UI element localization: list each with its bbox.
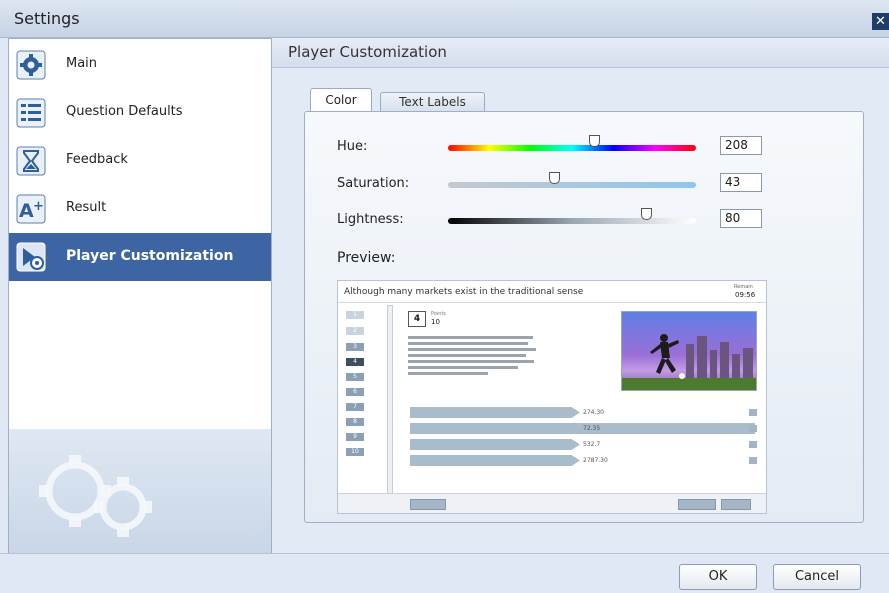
cancel-button[interactable]: Cancel — [773, 564, 861, 590]
sidebar-item-label: Player Customization — [66, 248, 234, 264]
preview-button — [721, 499, 751, 510]
saturation-input[interactable]: 43 — [720, 173, 762, 192]
points-label: Points — [431, 311, 447, 317]
question-number: 5 — [346, 373, 364, 381]
question-number: 9 — [346, 433, 364, 441]
svg-text:+: + — [33, 199, 44, 214]
gears-icon — [35, 449, 175, 543]
question-number: 8 — [346, 418, 364, 426]
preview-body-text — [408, 336, 538, 381]
question-number: 2 — [346, 327, 364, 335]
saturation-slider-handle[interactable] — [549, 172, 560, 184]
hue-input[interactable]: 208 — [720, 136, 762, 155]
lightness-slider-handle[interactable] — [641, 208, 652, 220]
answer-checkbox — [749, 425, 757, 432]
preview-timer: 09:56 — [735, 291, 756, 299]
preview-label: Preview: — [337, 250, 396, 266]
hourglass-icon — [16, 146, 46, 176]
window-title: Settings — [14, 9, 80, 28]
player-icon — [16, 242, 46, 272]
sidebar-item-label: Main — [66, 56, 98, 71]
player-preview: Although many markets exist in the tradi… — [337, 280, 767, 514]
points-value: 10 — [431, 318, 440, 326]
sidebar: Main Question Defaults Feedback A + Resul… — [8, 38, 272, 553]
sidebar-item-label: Result — [66, 200, 107, 215]
hue-label: Hue: — [337, 139, 368, 154]
sidebar-decoration — [9, 429, 271, 553]
close-icon[interactable]: ✕ — [872, 13, 889, 30]
answer-value: 72.35 — [583, 425, 601, 432]
sidebar-item-player-customization[interactable]: Player Customization — [9, 233, 271, 281]
lightness-input[interactable]: 80 — [720, 209, 762, 228]
sidebar-item-question-defaults[interactable]: Question Defaults — [9, 89, 271, 137]
main-panel: Player Customization Color Text Labels H… — [272, 38, 889, 553]
question-number: 6 — [346, 388, 364, 396]
title-bar: Settings ✕ — [0, 0, 889, 38]
answer-bar — [410, 455, 580, 466]
question-number: 3 — [346, 343, 364, 351]
preview-button — [678, 499, 716, 510]
tab-color[interactable]: Color — [310, 88, 372, 112]
preview-button — [410, 499, 446, 510]
section-title: Player Customization — [288, 43, 447, 61]
preview-scrollbar — [387, 305, 393, 495]
hue-slider-handle[interactable] — [589, 135, 600, 147]
preview-image — [621, 311, 757, 391]
question-number: 7 — [346, 403, 364, 411]
svg-text:A: A — [19, 200, 34, 222]
preview-remaining-label: Remain — [734, 284, 753, 290]
answer-checkbox — [749, 441, 757, 448]
gear-icon — [16, 50, 46, 80]
answer-bar — [410, 407, 580, 418]
sidebar-item-label: Question Defaults — [66, 104, 183, 119]
preview-header: Although many markets exist in the tradi… — [338, 281, 766, 303]
answer-checkbox — [749, 409, 757, 416]
answer-checkbox — [749, 457, 757, 464]
answer-value: 274.30 — [583, 409, 604, 416]
tab-text-labels[interactable]: Text Labels — [380, 92, 485, 112]
sidebar-item-label: Feedback — [66, 152, 128, 167]
list-icon — [16, 98, 46, 128]
sidebar-item-result[interactable]: A + Result — [9, 185, 271, 233]
ok-button[interactable]: OK — [679, 564, 757, 590]
hue-slider[interactable] — [448, 135, 696, 151]
answer-bar — [410, 439, 580, 450]
question-number-current: 4 — [346, 358, 364, 366]
lightness-slider[interactable] — [448, 208, 696, 224]
question-number: 10 — [346, 448, 364, 456]
answer-value: 532.7 — [583, 441, 601, 448]
dialog-footer: OK Cancel — [0, 553, 889, 593]
color-panel: Hue: 208 Saturation: 43 Lightness: 80 Pr… — [304, 111, 864, 523]
preview-question-text: Although many markets exist in the tradi… — [344, 287, 584, 297]
saturation-slider[interactable] — [448, 172, 696, 188]
question-number: 1 — [346, 311, 364, 319]
sidebar-item-main[interactable]: Main — [9, 41, 271, 89]
a-plus-icon: A + — [16, 194, 46, 224]
preview-footer — [338, 493, 766, 513]
lightness-label: Lightness: — [337, 212, 404, 227]
section-header: Player Customization — [272, 38, 889, 68]
answer-value: 2787.30 — [583, 457, 608, 464]
sidebar-item-feedback[interactable]: Feedback — [9, 137, 271, 185]
saturation-label: Saturation: — [337, 176, 410, 191]
current-question-badge: 4 — [408, 311, 426, 327]
